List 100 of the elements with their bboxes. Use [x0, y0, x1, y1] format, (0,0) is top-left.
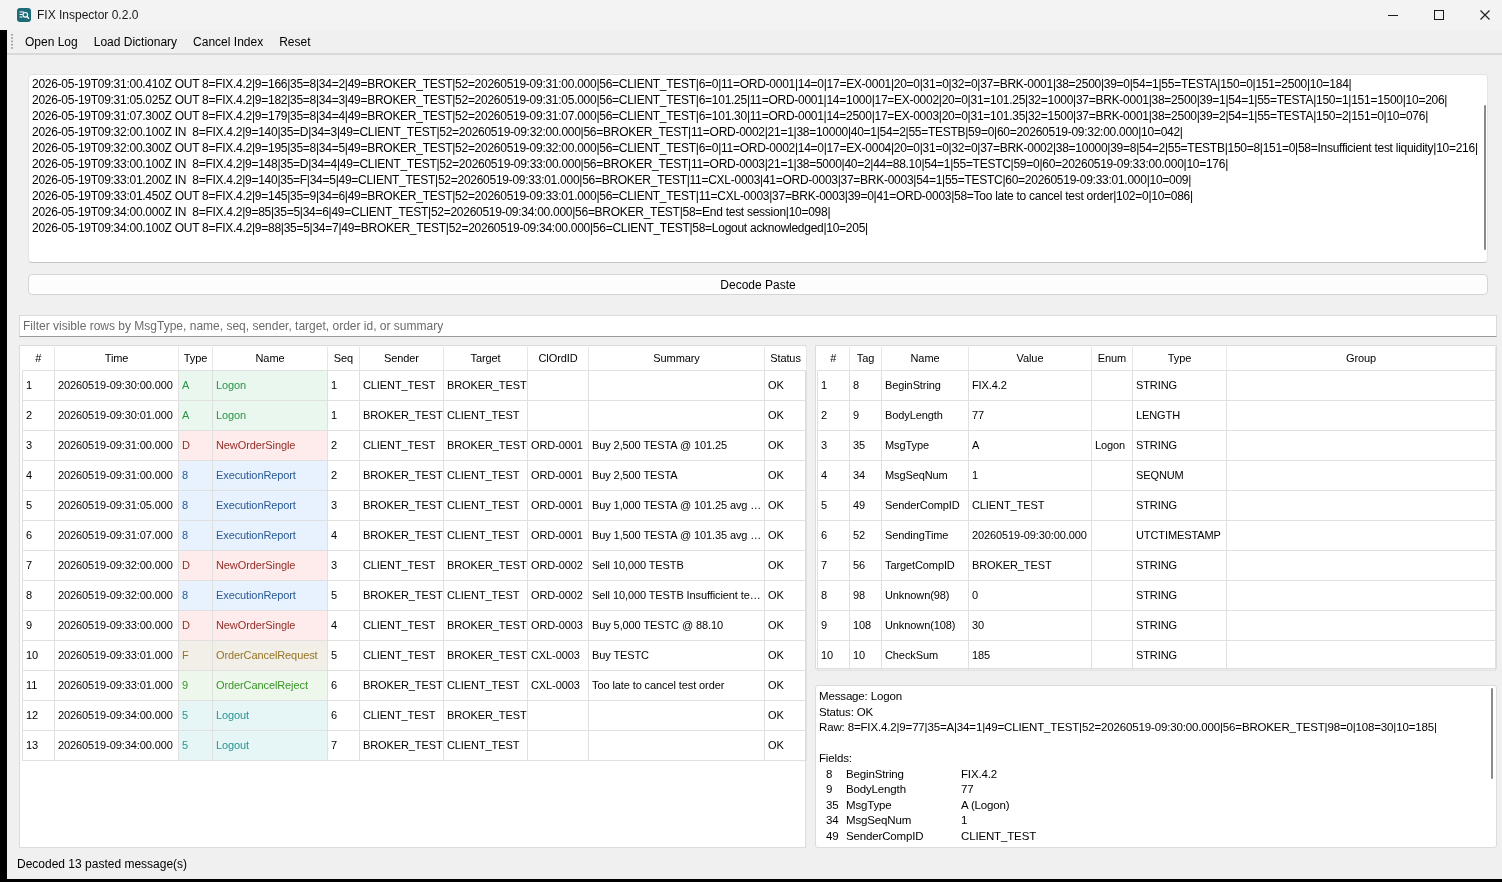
table-cell: TargetCompID — [881, 550, 969, 580]
field-value: 1 — [961, 813, 968, 828]
table-cell: 35 — [849, 430, 882, 460]
detail-text-area[interactable] — [815, 685, 1497, 848]
table-cell: CXL-0003 — [527, 670, 589, 700]
table-cell: STRING — [1132, 370, 1227, 400]
table-cell: Buy 2,500 TESTA — [588, 460, 765, 490]
table-cell: LENGTH — [1132, 400, 1227, 430]
table-cell: 3 — [817, 430, 850, 460]
log-line: 2026-05-19T09:31:07.300Z OUT 8=FIX.4.2|9=179|35=8|34=4|49=BROKER_TEST|52=20260519-09:31:07.000|56=CLIENT_TEST|6=101.30|11=ORD-0001|14=2500|17=EX-0003|20=0|31=101.35|32=1500|37=BRK-0001|38=2500|39=2|54=1|55=TESTA|150=2|151=0|10=076| — [32, 108, 1429, 124]
table-cell: Logon — [1091, 430, 1133, 460]
table-cell: BROKER_TEST — [359, 730, 444, 760]
column-header[interactable]: Enum — [1091, 347, 1133, 370]
table-cell: STRING — [1132, 430, 1227, 460]
table-cell: 2 — [327, 460, 360, 490]
table-cell: 5 — [327, 580, 360, 610]
column-header[interactable]: Value — [968, 347, 1092, 370]
table-cell: 4 — [22, 460, 55, 490]
column-header[interactable]: Status — [764, 347, 807, 370]
detail-line: Fields: — [819, 751, 853, 766]
field-tag: 8 — [826, 766, 833, 782]
scrollbar[interactable] — [1484, 105, 1486, 250]
detail-line: Message: Logon — [819, 689, 903, 704]
table-cell: 1 — [327, 370, 360, 400]
column-header[interactable]: Group — [1226, 347, 1496, 370]
table-cell: 3 — [327, 550, 360, 580]
filter-input-field[interactable]: Filter visible rows by MsgType, name, seq, sender, target, order id, or summary — [19, 315, 1497, 337]
table-cell: 52 — [849, 520, 882, 550]
field-name: BodyLength — [846, 782, 906, 797]
toolbar-button[interactable]: Open Log — [17, 31, 86, 52]
table-cell: 4 — [327, 610, 360, 640]
field-tag: 34 — [826, 813, 839, 829]
minimize-icon — [1388, 14, 1398, 16]
log-line: 2026-05-19T09:33:01.450Z OUT 8=FIX.4.2|9=145|35=9|34=6|49=BROKER_TEST|52=20260519-09:33:01.000|56=CLIENT_TEST|11=CXL-0003|37=BRK-0003|39=0|41=ORD-0003|58=Too late to cancel test order|102=0|10=086| — [32, 188, 1194, 204]
table-cell: 5 — [327, 640, 360, 670]
table-cell: 20260519-09:34:00.000 — [54, 700, 179, 730]
window-title: FIX Inspector 0.2.0 — [37, 8, 139, 22]
table-cell: 1 — [968, 460, 1092, 490]
column-header[interactable]: Name — [212, 347, 328, 370]
table-cell: 6 — [817, 520, 850, 550]
table-cell: 20260519-09:33:01.000 — [54, 670, 179, 700]
field-value: 77 — [961, 782, 974, 797]
column-header[interactable]: Time — [54, 347, 179, 370]
column-header[interactable]: Summary — [588, 347, 765, 370]
table-cell: BROKER_TEST — [359, 580, 444, 610]
table-cell: Logon — [212, 400, 328, 430]
field-value: A (Logon) — [961, 797, 1010, 813]
table-cell: OK — [764, 400, 807, 430]
column-header[interactable]: Name — [881, 347, 969, 370]
toolbar-button[interactable]: Reset — [271, 31, 319, 52]
table-cell: 20260519-09:34:00.000 — [54, 730, 179, 760]
toolbar-button[interactable]: Load Dictionary — [85, 31, 186, 52]
log-line: 2026-05-19T09:31:00.410Z OUT 8=FIX.4.2|9=166|35=8|34=2|49=BROKER_TEST|52=20260519-09:31:00.000|56=CLIENT_TEST|6=0|11=ORD-0001|14=0|17=EX-0001|20=0|31=0|32=0|37=BRK-0001|38=2500|39=0|54=1|55=TESTA|150=0|151=2500|10=184| — [32, 76, 1353, 92]
paste-text-area[interactable] — [28, 74, 1488, 263]
column-header[interactable]: Tag — [849, 347, 882, 370]
table-cell: OK — [764, 580, 807, 610]
decode-paste-button[interactable]: Decode Paste — [28, 274, 1488, 295]
scrollbar[interactable] — [1491, 688, 1493, 779]
field-tag: 9 — [826, 782, 833, 798]
table-cell: CLIENT_TEST — [443, 400, 528, 430]
table-cell: Sell 10,000 TESTB Insufficient te… — [588, 580, 765, 610]
table-cell: OK — [764, 430, 807, 460]
table-cell: OK — [764, 700, 807, 730]
table-cell: 77 — [968, 400, 1092, 430]
table-cell: 20260519-09:33:01.000 — [54, 640, 179, 670]
table-cell: 20260519-09:31:05.000 — [54, 490, 179, 520]
table-cell: OrderCancelReject — [212, 670, 328, 700]
table-cell: CLIENT_TEST — [359, 550, 444, 580]
table-cell: 20260519-09:33:00.000 — [54, 610, 179, 640]
table-cell: BROKER_TEST — [968, 550, 1092, 580]
table-cell: ExecutionReport — [212, 460, 328, 490]
field-name: MsgType — [846, 797, 892, 813]
table-cell: CLIENT_TEST — [443, 730, 528, 760]
table-cell: Unknown(108) — [881, 610, 969, 640]
table-cell: OK — [764, 730, 807, 760]
table-cell: 9 — [817, 610, 850, 640]
column-header[interactable]: Sender — [359, 347, 444, 370]
column-header[interactable]: # — [22, 347, 55, 370]
table-cell: 0 — [968, 580, 1092, 610]
table-cell: BROKER_TEST — [359, 460, 444, 490]
table-cell: 20260519-09:32:00.000 — [54, 580, 179, 610]
column-header[interactable]: ClOrdID — [527, 347, 589, 370]
table-cell: A — [968, 430, 1092, 460]
toolbar-button[interactable]: Cancel Index — [185, 31, 272, 52]
column-header[interactable]: Type — [178, 347, 213, 370]
status-text: Decoded 13 pasted message(s) — [17, 856, 188, 871]
column-header[interactable]: # — [817, 347, 850, 370]
table-cell: ExecutionReport — [212, 580, 328, 610]
column-header[interactable]: Type — [1132, 347, 1227, 370]
table-cell: CLIENT_TEST — [443, 670, 528, 700]
detail-line: Status: OK — [819, 704, 875, 720]
table-cell: CXL-0003 — [527, 640, 589, 670]
column-header[interactable]: Target — [443, 347, 528, 370]
table-cell: 7 — [22, 550, 55, 580]
table-cell: 20260519-09:32:00.000 — [54, 550, 179, 580]
table-cell: BROKER_TEST — [359, 400, 444, 430]
table-cell: OK — [764, 460, 807, 490]
column-header[interactable]: Seq — [327, 347, 360, 370]
field-name: MsgSeqNum — [846, 813, 912, 828]
table-cell: OK — [764, 490, 807, 520]
